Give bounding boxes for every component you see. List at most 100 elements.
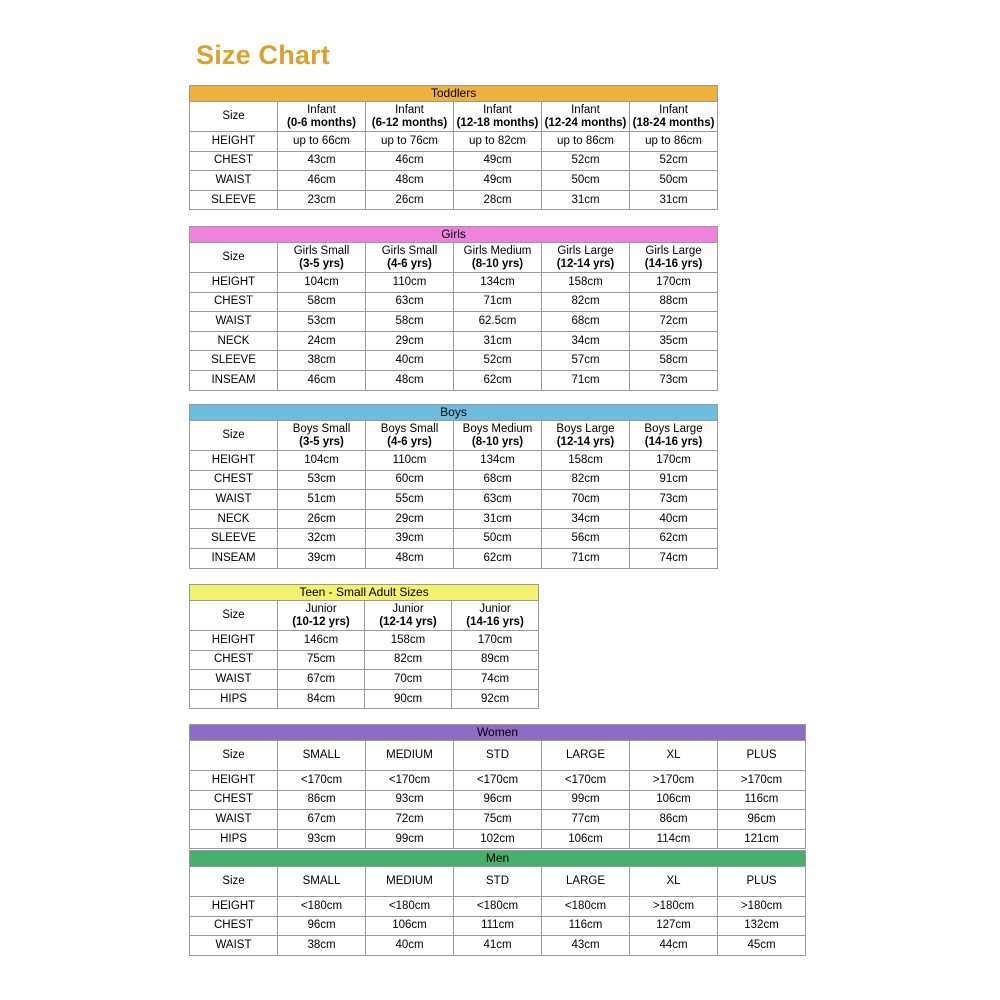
measurement-cell: 127cm (629, 915, 718, 937)
column-header-name: Infant (395, 103, 424, 116)
table-row: SLEEVE 23cm 26cm 28cm 31cm 31cm (189, 189, 719, 211)
measurement-cell: 72cm (628, 311, 719, 332)
measurement-cell: 93cm (277, 828, 366, 850)
measurement-cell: 28cm (453, 189, 542, 211)
column-header-range: (12-14 yrs) (556, 435, 615, 448)
measurement-cell: 99cm (541, 789, 630, 811)
measurement-cell: 68cm (453, 469, 542, 491)
measurement-cell: 116cm (716, 789, 807, 811)
measurement-cell: 88cm (628, 291, 719, 313)
column-header-name: Junior (392, 602, 424, 615)
measurement-cell: 84cm (277, 688, 365, 710)
column-header-row: Size Boys Small (3-5 yrs) Boys Small (4-6 yr… (189, 420, 719, 451)
measurement-cell: 31cm (453, 508, 542, 530)
measurement-cell: 89cm (450, 649, 540, 671)
table-row: HEIGHT <180cm <180cm <180cm <180cm >180cm >180… (189, 896, 807, 917)
measurement-cell: 44cm (629, 935, 718, 956)
column-header-range: (4-6 yrs) (387, 257, 432, 270)
row-label: NECK (189, 508, 278, 530)
measurement-cell: <170cm (277, 770, 366, 791)
measurement-cell: 96cm (277, 915, 366, 937)
column-header: Girls Medium (8-10 yrs) (453, 242, 542, 273)
column-header-name: MEDIUM (386, 749, 433, 762)
column-header: XL (629, 866, 718, 897)
category-band-boys: Boys (188, 404, 719, 421)
measurement-cell: 70cm (364, 669, 452, 690)
table-row: NECK 26cm 29cm 31cm 34cm 40cm (189, 508, 719, 530)
measurement-cell: 23cm (277, 189, 366, 211)
category-band-women: Women (188, 724, 807, 741)
measurement-cell: 62cm (453, 369, 542, 391)
table-row: CHEST 58cm 63cm 71cm 82cm 88cm (189, 291, 719, 313)
measurement-cell: 102cm (453, 828, 542, 850)
table-row: SLEEVE 38cm 40cm 52cm 57cm 58cm (189, 350, 719, 371)
measurement-cell: 34cm (541, 508, 630, 530)
column-header-name: LARGE (566, 749, 605, 762)
column-header-range: (8-10 yrs) (471, 435, 524, 448)
column-header-name: Junior (479, 602, 511, 615)
category-band-row: Girls (188, 226, 719, 243)
row-label: HEIGHT (189, 131, 278, 152)
row-label: HIPS (189, 828, 278, 850)
size-table-teen: Teen - Small Adult Sizes Size Junior (10-12… (188, 584, 540, 710)
measurement-cell: 49cm (453, 150, 542, 172)
measurement-cell: >180cm (716, 896, 807, 917)
measurement-cell: 106cm (365, 915, 454, 937)
row-label: WAIST (189, 170, 278, 191)
column-header-name: STD (486, 875, 509, 888)
column-header-range: (4-6 yrs) (387, 435, 432, 448)
column-header-range: (3-5 yrs) (299, 257, 344, 270)
measurement-cell: 52cm (453, 350, 542, 371)
column-header: Girls Large (12-14 yrs) (541, 242, 630, 273)
measurement-cell: 50cm (541, 170, 630, 191)
measurement-cell: 24cm (277, 330, 366, 352)
measurement-cell: 158cm (541, 272, 630, 293)
measurement-cell: up to 86cm (628, 131, 719, 152)
column-header: LARGE (541, 866, 630, 897)
measurement-cell: 38cm (277, 350, 366, 371)
measurement-cell: 86cm (277, 789, 366, 811)
measurement-cell: 57cm (541, 350, 630, 371)
measurement-cell: 67cm (277, 669, 365, 690)
column-header: Infant (18-24 months) (628, 101, 719, 132)
row-label: INSEAM (189, 547, 278, 569)
column-header: Girls Small (3-5 yrs) (277, 242, 366, 273)
column-header: Junior (12-14 yrs) (364, 600, 452, 631)
column-header-name: Boys Medium (462, 422, 533, 435)
column-header-range: (14-16 yrs) (644, 257, 703, 270)
measurement-cell: <180cm (453, 896, 542, 917)
column-header-name: MEDIUM (386, 875, 433, 888)
row-label: SLEEVE (189, 528, 278, 549)
measurement-cell: 106cm (629, 789, 718, 811)
measurement-cell: 63cm (365, 291, 454, 313)
column-header-name: Infant (483, 103, 512, 116)
size-table-toddlers: Toddlers Size Infant (0-6 months) Infant (6-1… (188, 85, 719, 211)
category-band-toddlers: Toddlers (188, 85, 719, 102)
measurement-cell: 110cm (365, 272, 454, 293)
table-row: WAIST 53cm 58cm 62.5cm 68cm 72cm (189, 311, 719, 332)
category-band-teen: Teen - Small Adult Sizes (188, 584, 540, 601)
measurement-cell: 114cm (629, 828, 718, 850)
column-header-name: XL (666, 875, 681, 888)
measurement-cell: 134cm (453, 450, 542, 471)
column-header: PLUS (716, 866, 807, 897)
size-column-header: Size (189, 242, 278, 273)
measurement-cell: 31cm (453, 330, 542, 352)
column-header-name: Infant (571, 103, 600, 116)
column-header-row: Size SMALL MEDIUM STD LARGE XL PLUS (189, 866, 807, 897)
column-header: Junior (14-16 yrs) (450, 600, 540, 631)
row-label: HEIGHT (189, 630, 278, 651)
category-band-men: Men (188, 850, 807, 867)
measurement-cell: 45cm (716, 935, 807, 956)
measurement-cell: 170cm (628, 450, 719, 471)
column-header-range: (8-10 yrs) (471, 257, 524, 270)
measurement-cell: 55cm (365, 489, 454, 510)
size-table-women: Women Size SMALL MEDIUM STD LARGE XL PLUS HEIGHT… (188, 724, 807, 850)
measurement-cell: >170cm (629, 770, 718, 791)
row-label: CHEST (189, 291, 278, 313)
table-row: HEIGHT 146cm 158cm 170cm (189, 630, 540, 651)
measurement-cell: >170cm (716, 770, 807, 791)
measurement-cell: 58cm (277, 291, 366, 313)
measurement-cell: 62cm (453, 547, 542, 569)
column-header-range: (12-24 months) (544, 116, 627, 129)
